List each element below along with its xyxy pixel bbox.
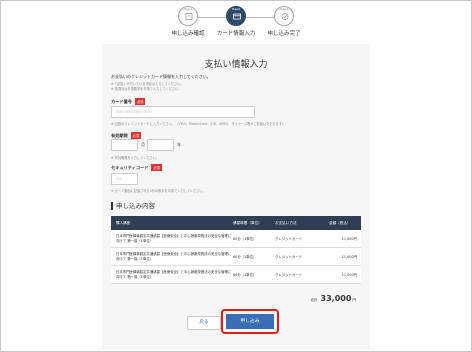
field-label-text: 有効期限 [111, 132, 128, 138]
form-intro: お支払いのクレジットカード情報を入力してください。 [111, 74, 211, 79]
progress-stepper: Step1 申し込み確認 Step2 カード情報入力 Step3 申し込み完了 [0, 4, 472, 37]
required-badge: 必須 [130, 132, 142, 139]
table-row: 日本専門医機構認定共通講習【医療安全】と中心静脈栄養法の安全な管理に向けて 第一… [111, 230, 361, 248]
security-code-note: ※ カード裏面に記載された3桁の数字を半角で入力してください。 [111, 189, 206, 193]
course-cell: 日本専門医機構認定共通講習【医療安全】と中心静脈栄養法の安全な管理に向けて 第一… [116, 233, 232, 243]
step-3-circle: Step3 [274, 6, 294, 26]
security-code-label: セキュリティコード 必須 [111, 164, 162, 171]
card-number-note: ※ 記載のクレジットカードに入力ください。（VISA、MasterCard、JC… [111, 122, 286, 126]
security-code-input[interactable]: 000 [111, 173, 138, 185]
expiry-year-input[interactable] [147, 139, 174, 151]
price-cell: 11,000円 [341, 273, 357, 277]
expiry-note: ※ 有効期限を入力してください。 [111, 156, 160, 160]
total-value: 33,000 [320, 294, 352, 303]
method-cell: クレジットカード [275, 273, 303, 277]
required-badge: 必須 [134, 98, 146, 105]
hours-cell: 60分（1単位） [233, 273, 257, 277]
method-cell: クレジットカード [275, 237, 303, 241]
year-unit: 年 [177, 142, 181, 147]
step-number: Step1 [183, 7, 193, 11]
intro-note: ※ 各項目は半角数字を半角で入力してください。 [111, 87, 182, 91]
step-2-circle: Step2 [226, 6, 246, 26]
hours-cell: 60分（1単位） [233, 237, 257, 241]
field-label-text: カード番号 [111, 98, 132, 104]
col-header-method: お支払い方法 [275, 220, 297, 225]
step-number: Step3 [279, 7, 289, 11]
back-button[interactable]: 戻る [187, 316, 221, 330]
method-cell: クレジットカード [275, 255, 303, 259]
price-cell: 11,000円 [341, 237, 357, 241]
total-unit: 円 [352, 298, 356, 302]
order-section-title: 申し込み内容 [111, 202, 155, 210]
step-1-circle: Step1 [178, 6, 198, 26]
col-header-price: 金額（税込） [329, 220, 351, 225]
table-row: 日本専門医機構認定共通講習【医療安全】と中心静脈栄養法の安全な管理に向けて 第一… [111, 266, 361, 284]
step-3: Step3 申し込み完了 [249, 6, 319, 37]
required-badge: 必須 [151, 164, 162, 171]
expiry-month-input[interactable] [111, 139, 138, 151]
expiry-label: 有効期限 必須 [111, 132, 142, 139]
card-number-label: カード番号 必須 [111, 98, 146, 105]
hours-cell: 60分（1単位） [233, 255, 257, 259]
payment-card: 支払い情報入力 お支払いのクレジットカード情報を入力してください。 ※「必須」が… [102, 44, 370, 350]
document-icon [185, 13, 193, 20]
total-label: 合計 [310, 298, 318, 302]
course-cell: 日本専門医機構認定共通講習【医療安全】と中心静脈栄養法の安全な管理に向けて 第一… [116, 251, 232, 261]
page-title: 支払い情報入力 [204, 60, 268, 70]
order-table: 購入講座 講習時間（単位） お支払い方法 金額（税込） 日本専門医機構認定共通講… [111, 216, 361, 284]
step-label: 申し込み完了 [267, 31, 301, 37]
order-total: 合計 33,000 円 [310, 294, 356, 303]
course-cell: 日本専門医機構認定共通講習【医療安全】と中心静脈栄養法の安全な管理に向けて 第一… [116, 269, 232, 279]
col-header-course: 購入講座 [116, 220, 131, 225]
table-row: 日本専門医機構認定共通講習【医療安全】と中心静脈栄養法の安全な管理に向けて 第一… [111, 248, 361, 266]
card-number-input[interactable]: 0000 0000 0000 0000 [111, 106, 255, 118]
card-icon [233, 13, 241, 20]
step-number: Step2 [231, 7, 241, 11]
price-cell: 11,000円 [341, 255, 357, 259]
check-icon [281, 13, 289, 20]
table-header: 購入講座 講習時間（単位） お支払い方法 金額（税込） [111, 216, 361, 230]
submit-button[interactable]: 申し込み [226, 314, 274, 329]
month-unit: 月 [141, 142, 145, 147]
col-header-hours: 講習時間（単位） [233, 220, 262, 225]
field-label-text: セキュリティコード [111, 164, 149, 170]
